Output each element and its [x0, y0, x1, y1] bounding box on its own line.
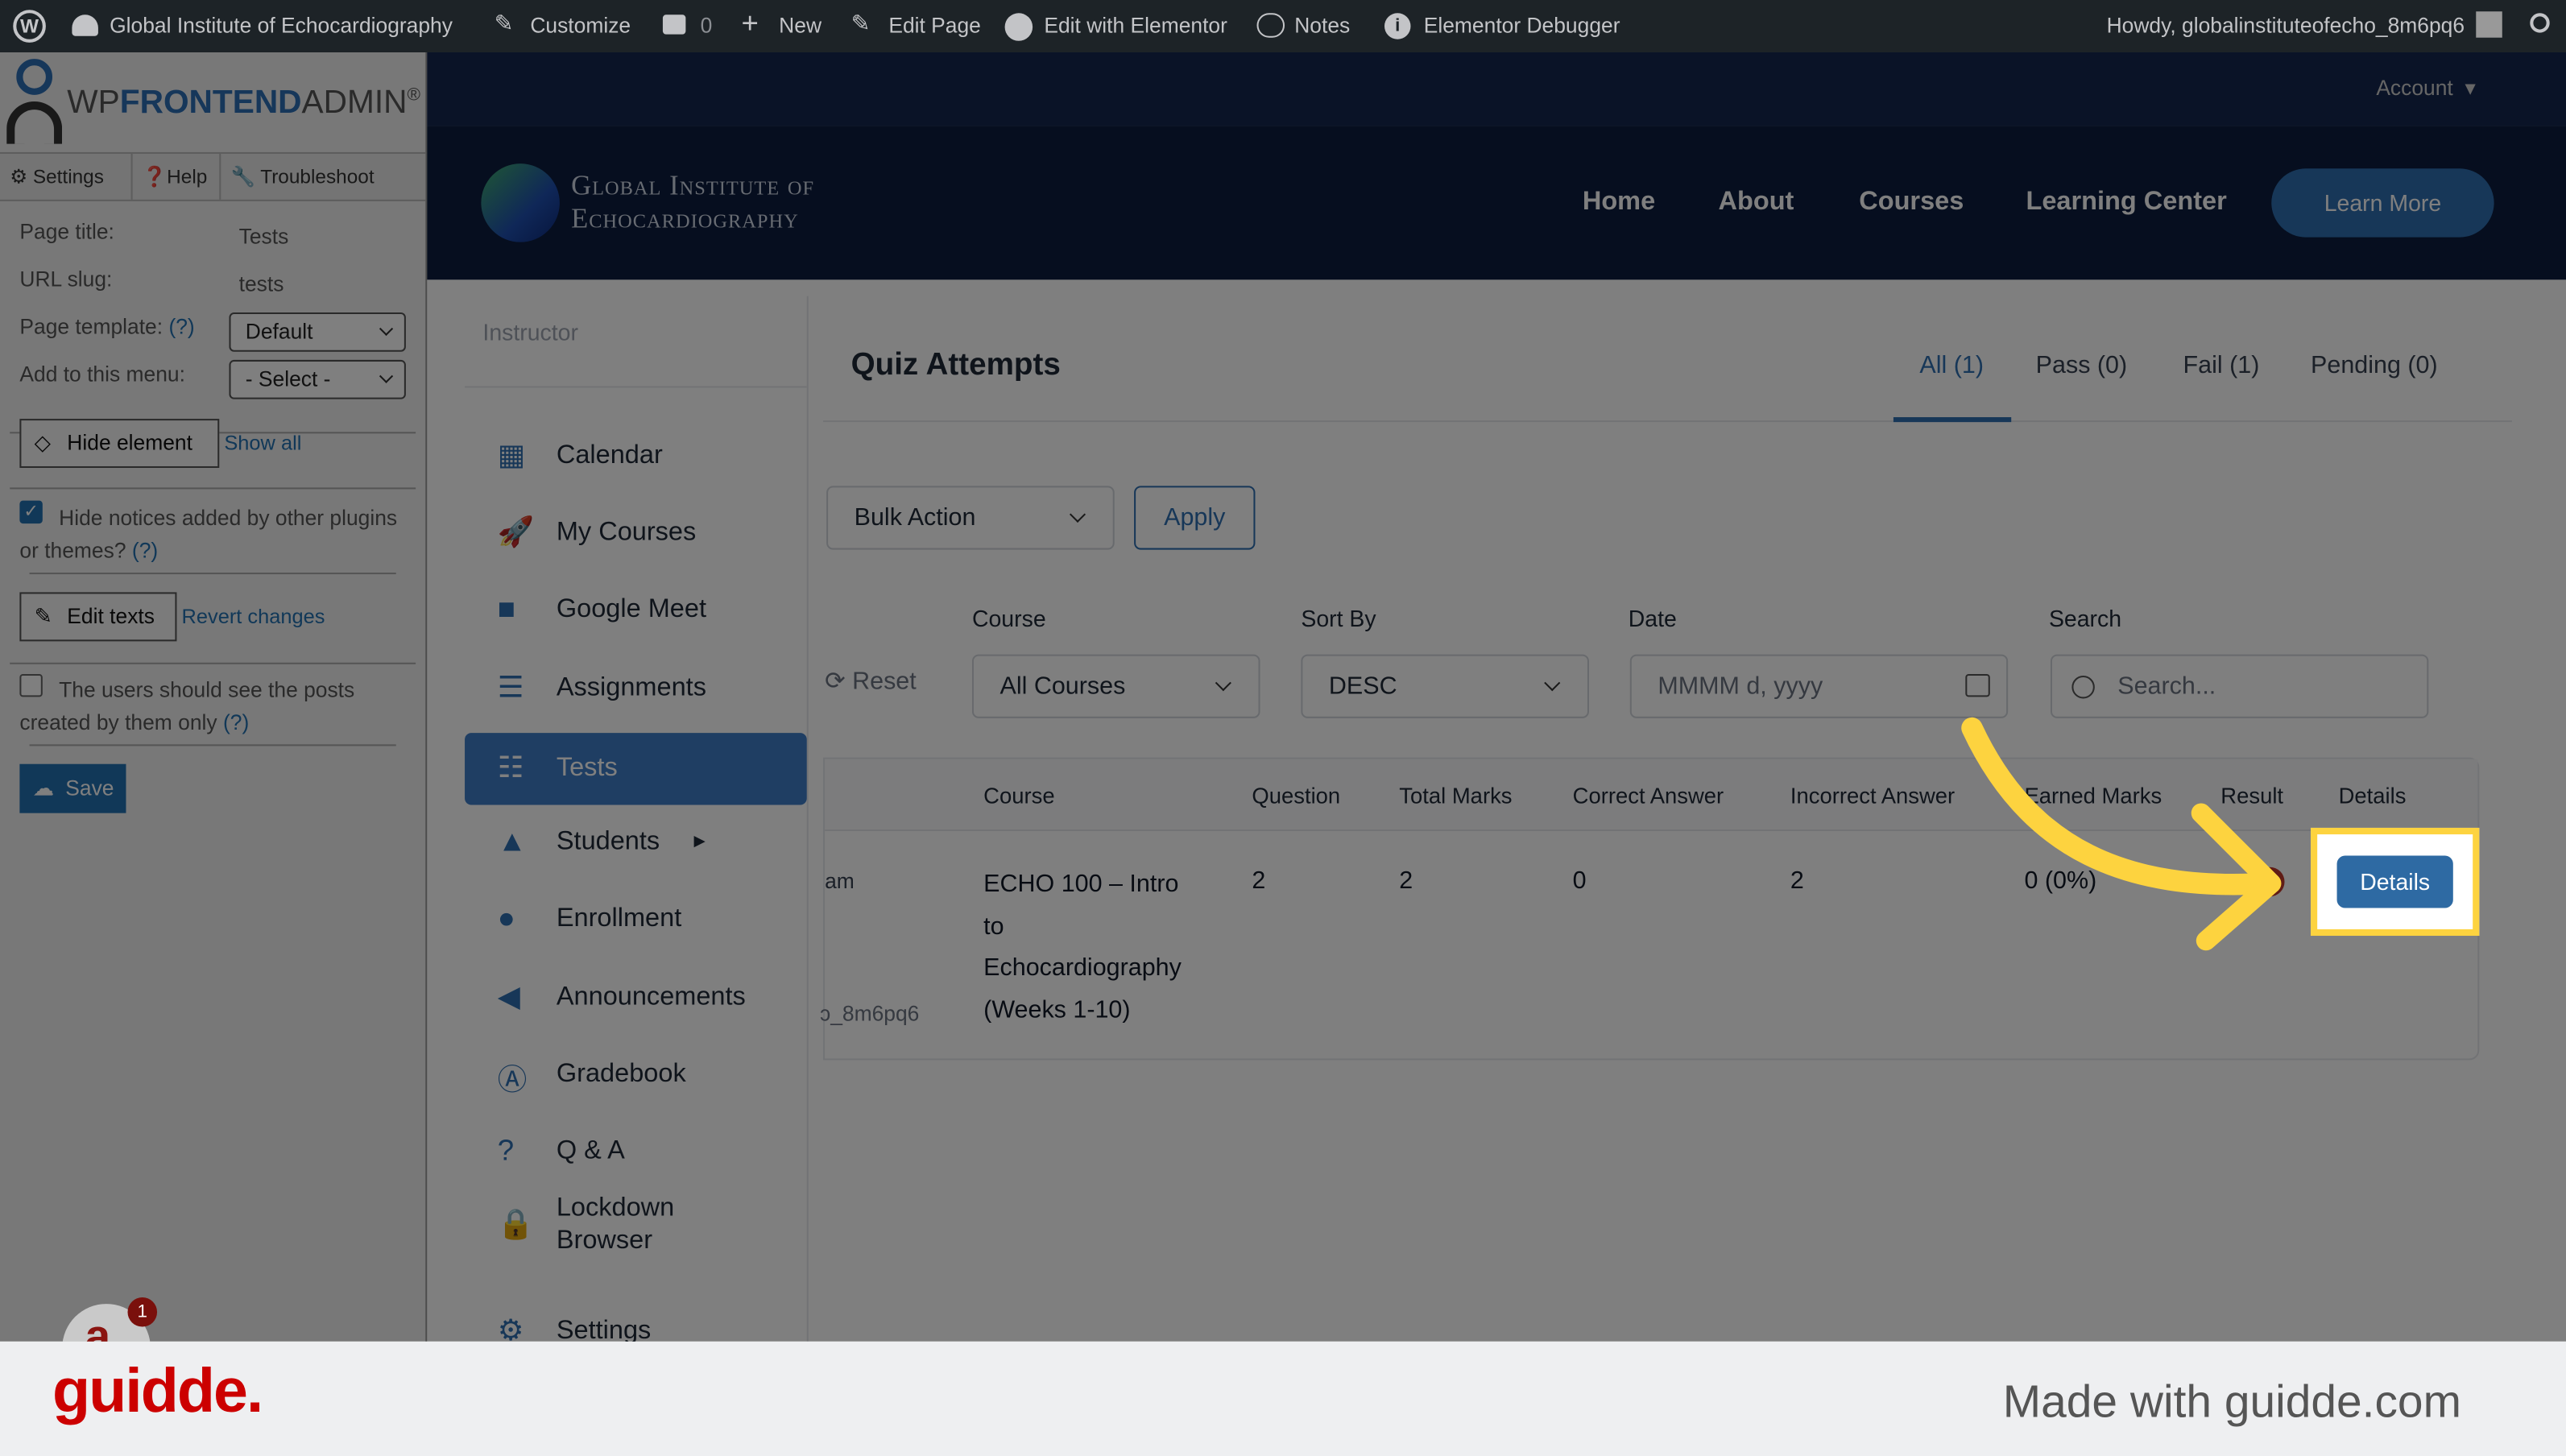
made-with-text: Made with guidde.com [2002, 1375, 2461, 1427]
pointer-arrow-icon [1961, 717, 2282, 951]
guidde-footer: guidde. Made with guidde.com [0, 1341, 2566, 1456]
guidde-logo: guidde. [52, 1358, 263, 1427]
